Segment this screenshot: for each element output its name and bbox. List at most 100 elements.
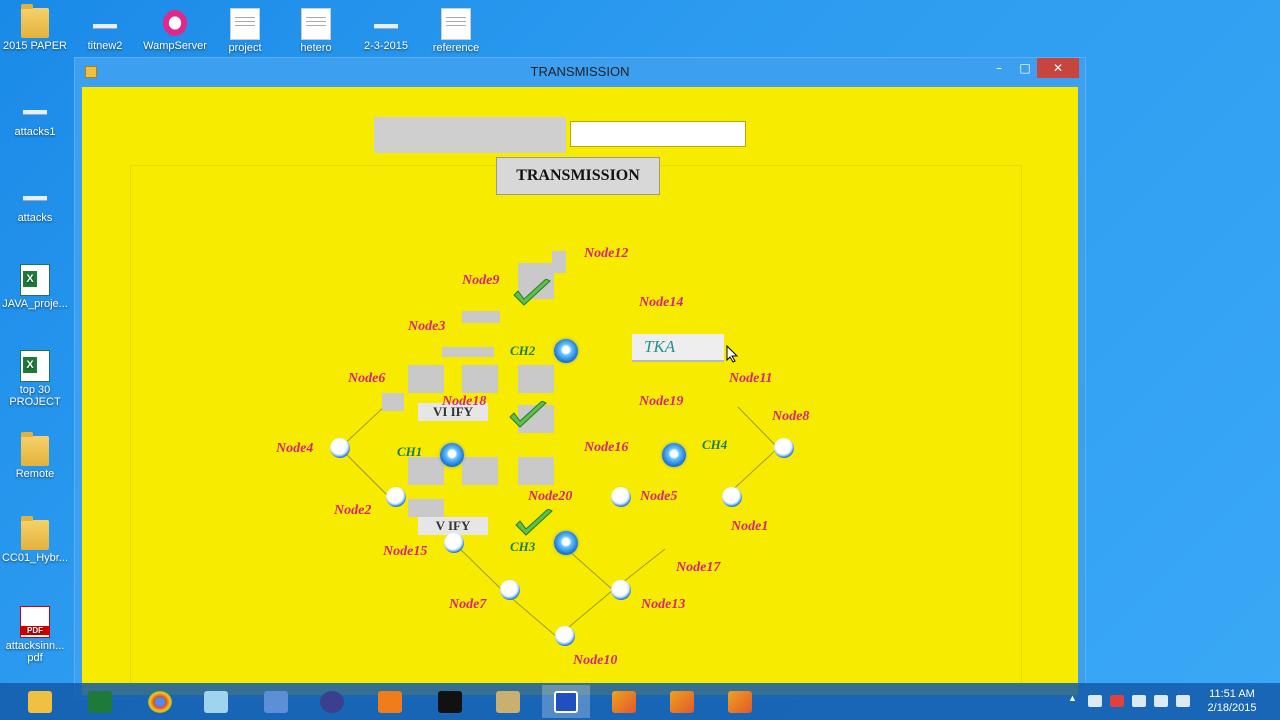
desktop-icon-label: reference bbox=[432, 42, 480, 54]
window-title: TRANSMISSION bbox=[530, 64, 630, 79]
node7-label: Node7 bbox=[449, 597, 487, 612]
node9-label: Node9 bbox=[462, 273, 500, 288]
java-app-icon[interactable] bbox=[542, 685, 590, 718]
clock-time: 11:51 AM bbox=[1209, 688, 1255, 700]
document-icon bbox=[230, 8, 260, 40]
desktop-icon-titnew2[interactable]: titnew2 bbox=[70, 8, 140, 52]
node18-label: Node18 bbox=[442, 394, 487, 409]
graphic-block bbox=[408, 365, 444, 393]
mouse-cursor-icon bbox=[726, 345, 738, 363]
graphic-block bbox=[462, 365, 498, 393]
ch2-label: CH2 bbox=[510, 343, 536, 358]
desktop-icon-top30-project[interactable]: top 30 PROJECT bbox=[0, 350, 70, 408]
pdf-file-icon bbox=[20, 606, 50, 638]
graphic-block bbox=[408, 499, 444, 517]
tray-app-icon[interactable] bbox=[1110, 695, 1124, 707]
tools-icon[interactable] bbox=[484, 685, 532, 718]
node5-circle[interactable] bbox=[611, 487, 631, 507]
control-panel-icon[interactable] bbox=[252, 685, 300, 718]
desktop-icon-wampserver[interactable]: WampServer bbox=[140, 8, 210, 52]
network-links bbox=[339, 406, 779, 638]
graphic-block bbox=[462, 311, 500, 323]
shortcut-icon bbox=[21, 94, 49, 124]
node12-label: Node12 bbox=[584, 246, 629, 261]
ch3-circle[interactable] bbox=[554, 531, 578, 555]
desktop-icon-label: CC01_Hybr... bbox=[1, 552, 69, 564]
desktop-icon-project[interactable]: project bbox=[210, 8, 280, 54]
node16-label: Node16 bbox=[584, 440, 629, 455]
maximize-button[interactable]: □ bbox=[1011, 58, 1039, 78]
desktop-icon-label: JAVA_proje... bbox=[2, 298, 68, 310]
document-icon bbox=[441, 8, 471, 40]
desktop-icon-remote[interactable]: Remote bbox=[0, 432, 70, 480]
desktop-icon-2-3-2015[interactable]: 2-3-2015 bbox=[351, 8, 421, 52]
node17-label: Node17 bbox=[676, 560, 721, 575]
file-explorer-icon[interactable] bbox=[16, 685, 64, 718]
flag-icon[interactable] bbox=[1132, 695, 1146, 707]
ch4-circle[interactable] bbox=[662, 443, 686, 467]
desktop-icon-label: attacksinn... pdf bbox=[5, 640, 65, 664]
volume-muted-icon[interactable] bbox=[1176, 695, 1190, 707]
desktop-icon-cc01-hybr[interactable]: CC01_Hybr... bbox=[0, 516, 70, 564]
title-bar[interactable]: TRANSMISSION – □ ✕ bbox=[75, 58, 1085, 86]
desktop-icon-label: attacks bbox=[17, 212, 53, 224]
ch1-circle[interactable] bbox=[440, 443, 464, 467]
node14-label: Node14 bbox=[639, 295, 684, 310]
desktop-icon-2015-paper[interactable]: 2015 PAPER bbox=[0, 4, 70, 52]
tray-app-icon[interactable] bbox=[1088, 695, 1102, 707]
graphic-block bbox=[408, 457, 444, 485]
desktop-icon-label: 2015 PAPER bbox=[2, 40, 67, 52]
node1-label: Node1 bbox=[731, 519, 769, 534]
node5-label: Node5 bbox=[640, 489, 678, 504]
clock-date: 2/18/2015 bbox=[1207, 702, 1257, 714]
desktop-icon-label: project bbox=[228, 42, 262, 54]
node8-circle[interactable] bbox=[774, 438, 794, 458]
excel-file-icon bbox=[20, 264, 50, 296]
node11-label: Node11 bbox=[729, 371, 773, 386]
desktop-icon-attacksinn-pdf[interactable]: attacksinn... pdf bbox=[0, 606, 70, 664]
desktop-icon-hetero[interactable]: hetero bbox=[281, 8, 351, 54]
node7-circle[interactable] bbox=[500, 580, 520, 600]
java-window-icon[interactable] bbox=[716, 685, 764, 718]
desktop-icon-label: 2-3-2015 bbox=[363, 40, 409, 52]
media-player-icon[interactable] bbox=[366, 685, 414, 718]
node15-label: Node15 bbox=[383, 544, 428, 559]
java-window-icon[interactable] bbox=[658, 685, 706, 718]
node6-label: Node6 bbox=[348, 371, 386, 386]
eclipse-icon[interactable] bbox=[308, 685, 356, 718]
node10-circle[interactable] bbox=[555, 626, 575, 646]
shortcut-icon bbox=[91, 8, 119, 38]
chrome-icon[interactable] bbox=[136, 685, 184, 718]
node15-circle[interactable] bbox=[444, 533, 464, 553]
java-window-icon[interactable] bbox=[600, 685, 648, 718]
folder-icon bbox=[21, 4, 49, 38]
check-icon bbox=[509, 401, 547, 428]
node20-label: Node20 bbox=[528, 489, 573, 504]
excel-file-icon bbox=[20, 350, 50, 382]
desktop-icon-label: attacks1 bbox=[14, 126, 56, 138]
node19-label: Node19 bbox=[639, 394, 684, 409]
desktop-icon-attacks[interactable]: attacks bbox=[0, 180, 70, 224]
clock[interactable]: 11:51 AM 2/18/2015 bbox=[1202, 687, 1262, 715]
network-icon[interactable] bbox=[1154, 695, 1168, 707]
node13-circle[interactable] bbox=[611, 580, 631, 600]
close-button[interactable]: ✕ bbox=[1037, 58, 1079, 78]
desktop-icon-reference[interactable]: reference bbox=[421, 8, 491, 54]
node4-circle[interactable] bbox=[330, 438, 350, 458]
node1-circle[interactable] bbox=[722, 487, 742, 507]
notepad-icon[interactable] bbox=[192, 685, 240, 718]
desktop-icon-label: WampServer bbox=[143, 40, 207, 52]
node4-label: Node4 bbox=[276, 441, 314, 456]
folder-icon bbox=[21, 516, 49, 550]
system-tray: ▲ 11:51 AM 2/18/2015 bbox=[1060, 683, 1280, 720]
ch2-circle[interactable] bbox=[554, 339, 578, 363]
show-hidden-icons-icon[interactable]: ▲ bbox=[1068, 693, 1082, 705]
desktop-icon-java-proje[interactable]: JAVA_proje... bbox=[0, 264, 70, 310]
minimize-button[interactable]: – bbox=[985, 58, 1013, 78]
node13-label: Node13 bbox=[641, 597, 686, 612]
check-icon bbox=[515, 509, 553, 536]
excel-icon[interactable] bbox=[76, 685, 124, 718]
cmd-icon[interactable] bbox=[426, 685, 474, 718]
desktop-icon-attacks1[interactable]: attacks1 bbox=[0, 94, 70, 138]
node2-circle[interactable] bbox=[386, 487, 406, 507]
